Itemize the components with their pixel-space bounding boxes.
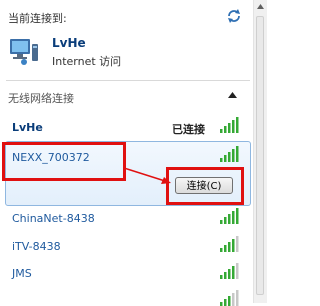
wifi-flyout-panel: 当前连接到: LvHe Internet 访问 无线网络连接 LvHe 已连接 …: [0, 0, 253, 306]
network-item-itv[interactable]: iTV-8438: [12, 240, 61, 253]
signal-strength-icon: [220, 263, 239, 279]
connected-status: 已连接: [172, 123, 205, 136]
refresh-icon[interactable]: [226, 8, 242, 24]
network-item-jms[interactable]: JMS: [12, 267, 32, 280]
current-connection-status: Internet 访问: [52, 55, 122, 68]
network-item-lvhe[interactable]: LvHe: [12, 121, 43, 134]
wireless-section-title: 无线网络连接: [8, 92, 74, 105]
separator: [6, 80, 250, 81]
scrollbar-thumb[interactable]: [256, 16, 264, 295]
signal-strength-icon: [220, 236, 239, 252]
scrollbar[interactable]: [253, 0, 267, 303]
current-connection-title: 当前连接到:: [8, 12, 67, 25]
signal-strength-icon: [220, 290, 239, 306]
annotation-box-connect: [166, 167, 244, 205]
current-connection-name: LvHe: [52, 36, 86, 50]
network-item-chinanet[interactable]: ChinaNet-8438: [12, 212, 95, 225]
chevron-up-icon[interactable]: [228, 92, 237, 98]
red-arrow: [123, 167, 171, 184]
signal-strength-icon: [220, 146, 239, 162]
network-computer-icon: [10, 39, 38, 65]
signal-strength-icon: [220, 117, 239, 133]
signal-strength-icon: [220, 208, 239, 224]
annotation-box-network: [2, 142, 126, 181]
scroll-up-arrow-icon[interactable]: [257, 4, 264, 9]
